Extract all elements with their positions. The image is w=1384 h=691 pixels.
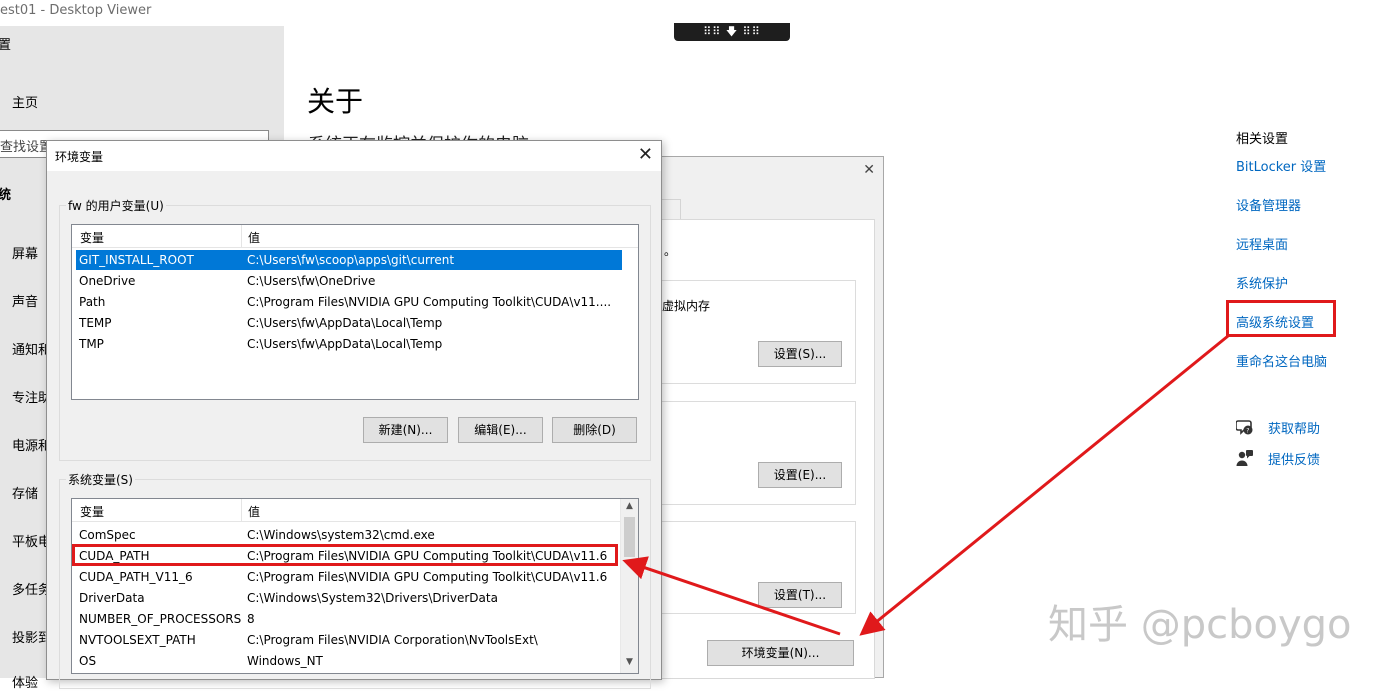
var-name: GIT_INSTALL_ROOT bbox=[79, 253, 194, 267]
highlight-box-advanced bbox=[1226, 300, 1336, 337]
nav-item-storage[interactable]: 存储 bbox=[12, 483, 38, 502]
var-name: NVTOOLSEXT_PATH bbox=[79, 633, 196, 647]
var-value: C:\Users\fw\scoop\apps\git\current bbox=[247, 253, 455, 267]
var-value: C:\Windows\system32\cmd.exe bbox=[247, 528, 435, 542]
var-name: DriverData bbox=[79, 591, 145, 605]
watermark: 知乎 @pcboygo bbox=[1048, 602, 1352, 648]
close-icon[interactable]: ✕ bbox=[863, 162, 875, 178]
scroll-up-icon[interactable]: ▲ bbox=[621, 501, 638, 515]
link-system-protection[interactable]: 系统保护 bbox=[1236, 273, 1288, 292]
user-profiles-group: 设置(E)... bbox=[662, 401, 856, 505]
link-remote-desktop[interactable]: 远程桌面 bbox=[1236, 234, 1288, 253]
dialog-title: 环境变量 bbox=[55, 150, 104, 164]
var-name: NUMBER_OF_PROCESSORS bbox=[79, 612, 242, 626]
table-row[interactable]: CUDA_PATH_V11_6 C:\Program Files\NVIDIA G… bbox=[76, 567, 622, 587]
vertical-scrollbar[interactable]: ▲ ▼ bbox=[620, 499, 638, 673]
sysprop-text-tail: 。 bbox=[664, 244, 677, 258]
system-properties-dialog: ✕ 。 虚拟内存 设置(S)... 设置(E)... 设置(T)... 环境变量… bbox=[660, 156, 884, 679]
var-name: Path bbox=[79, 295, 106, 309]
scroll-down-icon[interactable]: ▼ bbox=[621, 657, 638, 671]
table-row[interactable]: GIT_INSTALL_ROOT C:\Users\fw\scoop\apps\g… bbox=[76, 250, 622, 270]
startup-recovery-group: 设置(T)... bbox=[662, 521, 856, 614]
var-value: C:\Users\fw\OneDrive bbox=[247, 274, 376, 288]
var-value: C:\Program Files\NVIDIA Corporation\NvTo… bbox=[247, 633, 538, 647]
col-variable[interactable]: 变量 bbox=[80, 229, 104, 246]
user-vars-list[interactable]: 变量 值 GIT_INSTALL_ROOT C:\Users\fw\scoop\a… bbox=[71, 224, 639, 400]
col-variable[interactable]: 变量 bbox=[80, 503, 104, 520]
link-device-manager[interactable]: 设备管理器 bbox=[1236, 195, 1301, 214]
environment-variables-button[interactable]: 环境变量(N)... bbox=[707, 640, 854, 666]
table-row[interactable]: DriverData C:\Windows\System32\Drivers\Dr… bbox=[76, 588, 622, 608]
table-row[interactable]: OneDrive C:\Users\fw\OneDrive bbox=[76, 271, 622, 291]
nav-top-glyph: 置 bbox=[0, 38, 12, 53]
performance-group: 虚拟内存 设置(S)... bbox=[662, 280, 856, 384]
var-name: ComSpec bbox=[79, 528, 136, 542]
nav-item-experience[interactable]: 体验 bbox=[12, 672, 38, 691]
table-row[interactable]: ComSpec C:\Windows\system32\cmd.exe bbox=[76, 525, 622, 545]
var-value: Windows_NT bbox=[247, 654, 323, 668]
var-value: C:\Users\fw\AppData\Local\Temp bbox=[247, 316, 443, 330]
var-name: TEMP bbox=[79, 316, 112, 330]
table-row[interactable]: NVTOOLSEXT_PATH C:\Program Files\NVIDIA C… bbox=[76, 630, 622, 650]
col-value[interactable]: 值 bbox=[248, 229, 260, 246]
help-icon: ? bbox=[1236, 420, 1253, 435]
link-get-help[interactable]: 获取帮助 bbox=[1268, 418, 1320, 437]
var-value: C:\Windows\System32\Drivers\DriverData bbox=[247, 591, 498, 605]
page-title: 关于 bbox=[307, 85, 364, 118]
system-vars-list[interactable]: 变量 值 ComSpec C:\Windows\system32\cmd.exe … bbox=[71, 498, 639, 674]
var-value: C:\Program Files\NVIDIA GPU Computing To… bbox=[247, 570, 608, 584]
user-vars-label: fw 的用户变量(U) bbox=[66, 197, 166, 214]
sysprop-advanced-panel: 。 虚拟内存 设置(S)... 设置(E)... 设置(T)... 环境变量(N… bbox=[661, 219, 875, 679]
arrow-to-env-button bbox=[859, 334, 1229, 636]
table-row[interactable]: NUMBER_OF_PROCESSORS 8 bbox=[76, 609, 622, 629]
var-name: OneDrive bbox=[79, 274, 136, 288]
var-value: 8 bbox=[247, 612, 255, 626]
user-delete-button[interactable]: 删除(D) bbox=[552, 417, 637, 443]
link-rename-pc[interactable]: 重命名这台电脑 bbox=[1236, 351, 1327, 370]
var-name: TMP bbox=[79, 337, 104, 351]
window-title: est01 - Desktop Viewer bbox=[0, 3, 152, 18]
related-settings-header: 相关设置 bbox=[1236, 132, 1289, 147]
link-bitlocker[interactable]: BitLocker 设置 bbox=[1236, 156, 1326, 175]
var-name: CUDA_PATH_V11_6 bbox=[79, 570, 193, 584]
var-value: C:\Program Files\NVIDIA GPU Computing To… bbox=[247, 295, 612, 309]
environment-variables-dialog: 环境变量 ✕ fw 的用户变量(U) 变量 值 GIT_INSTALL_ROOT… bbox=[46, 140, 662, 689]
performance-vm-text: 虚拟内存 bbox=[662, 299, 711, 313]
scrollbar-thumb[interactable] bbox=[624, 517, 635, 557]
table-row[interactable]: OS Windows_NT bbox=[76, 651, 622, 671]
desktop-viewer-toolbar[interactable]: ⠿⠿ 🡇 ⠿⠿ bbox=[674, 23, 790, 41]
system-vars-label: 系统变量(S) bbox=[66, 471, 135, 488]
nav-section-system: 统 bbox=[0, 188, 12, 203]
nav-home[interactable]: 主页 bbox=[12, 92, 38, 111]
search-placeholder: 查找设置 bbox=[0, 140, 53, 155]
table-row[interactable]: TMP C:\Users\fw\AppData\Local\Temp bbox=[76, 334, 622, 354]
sysprop-tab-advanced[interactable] bbox=[661, 199, 681, 220]
user-edit-button[interactable]: 编辑(E)... bbox=[458, 417, 543, 443]
col-value[interactable]: 值 bbox=[248, 503, 260, 520]
startup-settings-button[interactable]: 设置(T)... bbox=[758, 582, 842, 608]
user-new-button[interactable]: 新建(N)... bbox=[363, 417, 448, 443]
list-header: 变量 值 bbox=[72, 499, 638, 522]
var-name: OS bbox=[79, 654, 97, 668]
table-row[interactable]: Path C:\Program Files\NVIDIA GPU Computin… bbox=[76, 292, 622, 312]
table-row[interactable]: TEMP C:\Users\fw\AppData\Local\Temp bbox=[76, 313, 622, 333]
var-value: C:\Users\fw\AppData\Local\Temp bbox=[247, 337, 443, 351]
list-header: 变量 值 bbox=[72, 225, 638, 248]
user-profiles-settings-button[interactable]: 设置(E)... bbox=[758, 462, 842, 488]
svg-text:?: ? bbox=[1246, 428, 1249, 435]
nav-item-display[interactable]: 屏幕 bbox=[12, 243, 38, 262]
highlight-box-cuda-path bbox=[72, 544, 618, 566]
dialog-titlebar[interactable]: 环境变量 ✕ bbox=[47, 141, 661, 171]
nav-item-sound[interactable]: 声音 bbox=[12, 291, 38, 310]
link-give-feedback[interactable]: 提供反馈 bbox=[1268, 449, 1320, 468]
close-icon[interactable]: ✕ bbox=[638, 144, 653, 165]
feedback-icon bbox=[1236, 450, 1253, 466]
performance-settings-button[interactable]: 设置(S)... bbox=[758, 341, 842, 367]
